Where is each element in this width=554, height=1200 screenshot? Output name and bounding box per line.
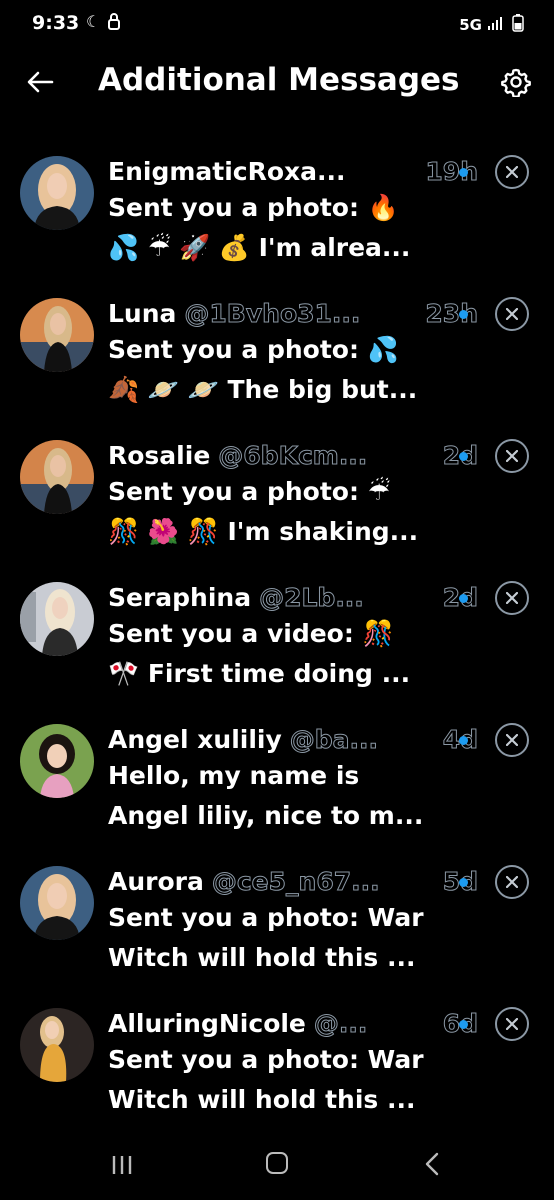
status-time: 9:33 (32, 12, 80, 34)
message-preview-line2: Angel liliy, nice to m... (108, 801, 424, 830)
message-header: EnigmaticRoxa... 19h (108, 152, 478, 192)
sender-name: Aurora (108, 867, 204, 896)
message-header: Rosalie @6bKcm... 2d (108, 436, 478, 476)
message-item[interactable]: Seraphina @2Lb... 2d Sent you a video: 🎊… (0, 578, 554, 720)
unread-dot (459, 736, 468, 745)
message-header: AlluringNicole @... 6d (108, 1004, 478, 1044)
close-icon (506, 450, 518, 462)
message-preview-line2: 🎌 First time doing ... (108, 659, 411, 688)
close-icon (506, 1018, 518, 1030)
battery-icon (512, 14, 524, 36)
message-preview-line1: Sent you a photo: War (108, 903, 424, 932)
sender-name: Rosalie (108, 441, 211, 470)
home-button[interactable] (266, 1152, 288, 1174)
avatar[interactable] (20, 866, 94, 940)
sender-name: AlluringNicole (108, 1009, 306, 1038)
back-button[interactable] (22, 64, 58, 100)
do-not-disturb-icon: ☾ (86, 12, 101, 31)
sender-name: Angel xuliliy (108, 725, 282, 754)
message-item[interactable]: Luna @1Bvho31... 23h Sent you a photo: 💦… (0, 294, 554, 436)
sender-handle: @ce5_n67... (211, 867, 380, 897)
close-icon (506, 734, 518, 746)
recent-apps-button[interactable] (110, 1154, 134, 1180)
avatar[interactable] (20, 298, 94, 372)
lock-icon (108, 12, 120, 34)
message-header: Seraphina @2Lb... 2d (108, 578, 478, 618)
message-item[interactable]: EnigmaticRoxa... 19h Sent you a photo: 🔥… (0, 152, 554, 294)
message-preview-line1: Sent you a photo: ☔ (108, 477, 391, 506)
close-icon (506, 592, 518, 604)
status-bar: 9:33 ☾ 5G (0, 0, 554, 52)
dismiss-button[interactable] (495, 297, 529, 331)
signal-icon (486, 15, 508, 35)
sender-handle: @1Bvho31... (184, 299, 361, 329)
message-preview-line1: Sent you a photo: War (108, 1045, 424, 1074)
unread-dot (459, 310, 468, 319)
unread-dot (459, 168, 468, 177)
network-type: 5G (459, 16, 482, 34)
message-time: 19h (425, 157, 478, 187)
dismiss-button[interactable] (495, 723, 529, 757)
message-time: 4d (437, 720, 478, 760)
sender-name: Luna (108, 299, 177, 328)
system-nav-bar (0, 1138, 554, 1200)
message-time: 2d (437, 578, 478, 618)
dismiss-button[interactable] (495, 155, 529, 189)
chevron-left-icon (425, 1152, 439, 1176)
avatar[interactable] (20, 1008, 94, 1082)
page-title: Additional Messages (98, 62, 460, 98)
close-icon (506, 876, 518, 888)
message-preview-line1: Sent you a photo: 💦 (108, 335, 399, 364)
message-preview-line2: Witch will hold this ... (108, 943, 416, 972)
avatar[interactable] (20, 582, 94, 656)
message-time: 23h (425, 299, 478, 329)
unread-dot (459, 594, 468, 603)
message-item[interactable]: Aurora @ce5_n67... 5d Sent you a photo: … (0, 862, 554, 1004)
message-preview-line1: Sent you a video: 🎊 (108, 619, 394, 648)
dismiss-button[interactable] (495, 439, 529, 473)
message-item[interactable]: Rosalie @6bKcm... 2d Sent you a photo: ☔… (0, 436, 554, 578)
sender-handle: @... (313, 1009, 368, 1039)
app-header: Additional Messages (0, 52, 554, 114)
system-back-button[interactable] (424, 1152, 440, 1180)
avatar[interactable] (20, 724, 94, 798)
sender-handle: @6bKcm... (218, 441, 368, 471)
message-time: 6d (437, 1004, 478, 1044)
gear-icon (501, 68, 531, 97)
sender-handle: @ba... (289, 725, 379, 755)
status-indicators: 5G (459, 14, 524, 36)
settings-button[interactable] (498, 64, 534, 100)
unread-dot (459, 452, 468, 461)
close-icon (506, 166, 518, 178)
avatar[interactable] (20, 440, 94, 514)
message-preview-line2: 🍂 🪐 🪐 The big but... (108, 375, 418, 404)
sender-name: Seraphina (108, 583, 252, 612)
dismiss-button[interactable] (495, 1007, 529, 1041)
message-item[interactable]: AlluringNicole @... 6d Sent you a photo:… (0, 1004, 554, 1138)
dismiss-button[interactable] (495, 865, 529, 899)
arrow-left-icon (27, 71, 54, 93)
unread-dot (459, 1020, 468, 1029)
sender-handle: @2Lb... (259, 583, 364, 613)
message-header: Luna @1Bvho31... 23h (108, 294, 478, 334)
message-item[interactable]: Angel xuliliy @ba... 4d Hello, my name i… (0, 720, 554, 862)
dismiss-button[interactable] (495, 581, 529, 615)
message-time: 2d (437, 436, 478, 476)
message-list[interactable]: 🌿🌸💎🚀 EnigmaticRoxa... 19h Sent you a pho… (0, 114, 554, 1138)
unread-dot (459, 878, 468, 887)
message-header: Aurora @ce5_n67... 5d (108, 862, 478, 902)
message-preview-line2: 💦 ☔ 🚀 💰 I'm alrea... (108, 233, 411, 262)
avatar[interactable] (20, 156, 94, 230)
close-icon (506, 308, 518, 320)
message-preview-line2: Witch will hold this ... (108, 1085, 416, 1114)
message-preview-line1: Sent you a photo: 🔥 (108, 193, 399, 222)
message-header: Angel xuliliy @ba... 4d (108, 720, 478, 760)
sender-name: EnigmaticRoxa... (108, 157, 346, 186)
message-time: 5d (437, 862, 478, 902)
recent-apps-icon (112, 1156, 132, 1174)
message-preview-line2: 🎊 🌺 🎊 I'm shaking... (108, 517, 419, 546)
message-preview-line1: Hello, my name is (108, 761, 360, 790)
